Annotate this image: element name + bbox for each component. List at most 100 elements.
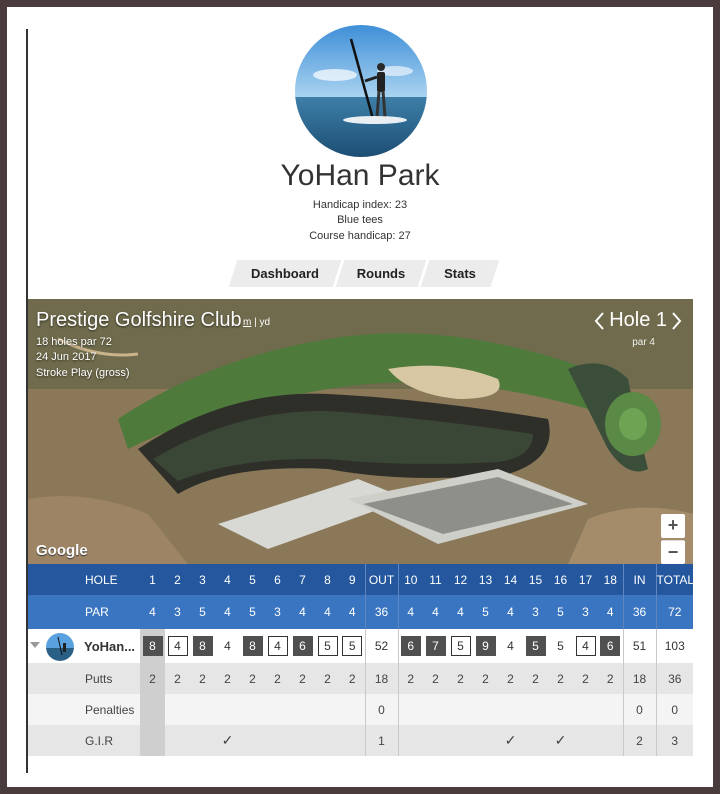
putts-value: 2 xyxy=(340,663,365,694)
par-value: 4 xyxy=(315,595,340,629)
player-score[interactable]: 4 xyxy=(215,629,240,663)
par-value: 4 xyxy=(448,595,473,629)
penalties-value xyxy=(573,694,598,725)
player-score[interactable]: 51 xyxy=(622,629,656,663)
putts-value: 2 xyxy=(190,663,215,694)
hole-number: 9 xyxy=(340,564,365,595)
score-box: 4 xyxy=(575,636,596,656)
putts-label: Putts xyxy=(28,663,140,694)
putts-row: Putts 2 2 2 2 2 2 2 2 2 18 2 2 2 2 2 2 2 2 2 18 36 xyxy=(28,663,693,694)
hole-number: 5 xyxy=(240,564,265,595)
gir-value xyxy=(190,725,215,756)
penalties-value xyxy=(215,694,240,725)
putts-value: 2 xyxy=(215,663,240,694)
tab-dashboard[interactable]: Dashboard xyxy=(228,260,342,287)
par-header-label: PAR xyxy=(28,595,140,629)
hole-number: 14 xyxy=(498,564,523,595)
score-box: 8 xyxy=(242,636,263,656)
putts-value: 2 xyxy=(165,663,190,694)
unit-toggle: m | yd xyxy=(243,317,271,328)
score-box: 5 xyxy=(525,636,546,656)
hole-number: 6 xyxy=(265,564,290,595)
par-row: PAR 4 3 5 4 5 3 4 4 4 36 4 4 4 5 4 3 5 3 4 36 72 xyxy=(28,595,693,629)
player-score[interactable]: 8 xyxy=(140,629,165,663)
putts-value: 2 xyxy=(265,663,290,694)
score-box: 6 xyxy=(292,636,313,656)
gir-value: 1 xyxy=(364,725,398,756)
gir-value: 2 xyxy=(622,725,656,756)
player-score[interactable]: 5 xyxy=(448,629,473,663)
hole-par: par 4 xyxy=(632,337,655,348)
player-row[interactable]: YoHan... 8 4 8 4 8 4 6 5 5 52 6 7 5 9 4 5 5 4 6 51 103 xyxy=(28,629,693,663)
gir-value xyxy=(473,725,498,756)
score-box: 4 xyxy=(167,636,188,656)
hole-navigator: Hole 1 xyxy=(593,309,683,332)
par-value: 5 xyxy=(190,595,215,629)
player-score[interactable]: 52 xyxy=(364,629,398,663)
player-score[interactable]: 8 xyxy=(240,629,265,663)
player-score[interactable]: 8 xyxy=(190,629,215,663)
player-score[interactable]: 5 xyxy=(523,629,548,663)
penalties-value xyxy=(423,694,448,725)
tab-rounds[interactable]: Rounds xyxy=(335,260,427,287)
penalties-value xyxy=(523,694,548,725)
gir-check-icon: ✓ xyxy=(548,725,573,756)
chevron-left-icon[interactable] xyxy=(593,311,605,331)
player-score[interactable]: 4 xyxy=(573,629,598,663)
hole-number: 2 xyxy=(165,564,190,595)
player-score[interactable]: 7 xyxy=(423,629,448,663)
putts-value: 2 xyxy=(448,663,473,694)
par-value: 36 xyxy=(364,595,398,629)
course-map[interactable]: Prestige Golfshire Club m | yd 18 holes … xyxy=(28,299,693,564)
player-score[interactable]: 4 xyxy=(265,629,290,663)
gir-value xyxy=(448,725,473,756)
penalties-value xyxy=(315,694,340,725)
par-value: 3 xyxy=(165,595,190,629)
zoom-out-button[interactable]: − xyxy=(661,540,685,564)
score-box: 7 xyxy=(425,636,446,656)
round-format: Stroke Play (gross) xyxy=(36,367,130,379)
hole-number: 10 xyxy=(397,564,423,595)
score-box: 4 xyxy=(507,639,514,653)
gir-value: 3 xyxy=(655,725,693,756)
chevron-right-icon[interactable] xyxy=(671,311,683,331)
penalties-label: Penalties xyxy=(28,694,140,725)
par-value: 4 xyxy=(423,595,448,629)
tab-stats[interactable]: Stats xyxy=(420,260,500,287)
player-score[interactable]: 9 xyxy=(473,629,498,663)
unit-yards[interactable]: yd xyxy=(260,317,271,328)
player-score[interactable]: 5 xyxy=(340,629,365,663)
hole-number: 3 xyxy=(190,564,215,595)
handicap-index: Handicap index: 23 xyxy=(312,199,408,211)
profile-name: YoHan Park xyxy=(280,159,440,192)
player-score[interactable]: 6 xyxy=(290,629,315,663)
player-score[interactable]: 4 xyxy=(498,629,523,663)
player-avatar xyxy=(46,633,74,661)
score-box: 4 xyxy=(224,639,231,653)
hole-number: 1 xyxy=(140,564,165,595)
putts-value: 2 xyxy=(315,663,340,694)
putts-value: 2 xyxy=(598,663,623,694)
penalties-value xyxy=(598,694,623,725)
gir-value xyxy=(240,725,265,756)
player-score[interactable]: 103 xyxy=(655,629,693,663)
player-score[interactable]: 6 xyxy=(598,629,623,663)
player-score[interactable]: 5 xyxy=(315,629,340,663)
player-score[interactable]: 6 xyxy=(397,629,423,663)
par-value: 4 xyxy=(215,595,240,629)
gir-check-icon: ✓ xyxy=(498,725,523,756)
hole-header-label: HOLE xyxy=(28,564,140,595)
expand-caret-icon[interactable] xyxy=(30,642,40,648)
putts-value: 2 xyxy=(397,663,423,694)
zoom-in-button[interactable]: + xyxy=(661,514,685,538)
gir-value xyxy=(397,725,423,756)
par-value: 3 xyxy=(573,595,598,629)
player-cell[interactable]: YoHan... xyxy=(28,629,140,663)
unit-meters[interactable]: m xyxy=(243,317,251,328)
player-score[interactable]: 4 xyxy=(165,629,190,663)
putts-value: 36 xyxy=(655,663,693,694)
putts-value: 2 xyxy=(498,663,523,694)
player-score[interactable]: 5 xyxy=(548,629,573,663)
gir-value xyxy=(265,725,290,756)
player-name: YoHan... xyxy=(84,639,136,654)
